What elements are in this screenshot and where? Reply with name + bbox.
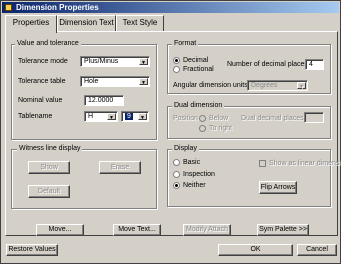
modify-attach-button[interactable]: Modify Attach <box>183 224 231 236</box>
witness-line-label: Witness line display <box>17 145 83 153</box>
fractional-label: Fractional <box>183 66 214 73</box>
sym-palette-button[interactable]: Sym Palette >> <box>257 224 309 236</box>
to-right-label: To right <box>209 125 232 132</box>
decimal-radio[interactable] <box>173 57 180 64</box>
chevron-down-icon[interactable]: ▼ <box>297 82 306 90</box>
inspection-radio[interactable] <box>173 171 180 178</box>
chevron-down-icon[interactable]: ▼ <box>139 78 148 86</box>
dual-decimal-label: Dual decimal places <box>241 115 304 122</box>
angular-units-label: Angular dimension units <box>173 82 248 89</box>
erase-button[interactable]: Erase <box>99 161 141 174</box>
default-button[interactable]: Default <box>28 185 70 198</box>
title-bar: Dimension Properties <box>2 2 339 13</box>
tolerance-table-select[interactable]: Hole ▼ <box>80 76 150 87</box>
position-label: Position <box>173 115 198 122</box>
window-title: Dimension Properties <box>16 3 99 12</box>
basic-label: Basic <box>183 159 201 166</box>
tablename-label: Tablename <box>18 113 53 120</box>
below-label: Below <box>209 115 229 122</box>
cancel-button[interactable]: Cancel <box>297 244 337 256</box>
flip-arrows-button[interactable]: Flip Arrows <box>259 181 297 194</box>
format-label: Format <box>172 40 199 48</box>
dual-decimal-input[interactable] <box>304 112 324 123</box>
tolerance-table-value: Hole <box>84 78 99 85</box>
chevron-down-icon[interactable]: ▼ <box>139 58 148 66</box>
tab-text-style[interactable]: Text Style <box>116 15 164 32</box>
tolerance-mode-label: Tolerance mode <box>18 58 68 65</box>
app-icon <box>5 4 12 11</box>
angular-units-value: Degrees <box>251 82 278 89</box>
tab-dimension-text[interactable]: Dimension Text <box>57 15 116 32</box>
tablename-select-1[interactable]: H ▼ <box>84 111 118 122</box>
dual-dimension-label: Dual dimension <box>172 102 225 110</box>
inspection-label: Inspection <box>183 171 215 178</box>
tolerance-mode-select[interactable]: Plus/Minus ▼ <box>80 56 150 67</box>
ok-button[interactable]: OK <box>218 244 293 256</box>
dimension-properties-window: Dimension Properties Properties Dimensio… <box>0 0 341 264</box>
basic-radio[interactable] <box>173 159 180 166</box>
tolerance-table-label: Tolerance table <box>18 78 66 85</box>
decimal-label: Decimal <box>183 57 209 64</box>
display-label: Display <box>172 145 199 153</box>
decimal-places-label: Number of decimal places <box>227 61 308 68</box>
tablename-value-1: H <box>88 113 94 120</box>
fractional-radio[interactable] <box>173 66 180 73</box>
to-right-radio[interactable] <box>199 125 206 132</box>
tolerance-mode-value: Plus/Minus <box>84 58 119 65</box>
show-as-linear-checkbox[interactable] <box>259 160 266 167</box>
tablename-select-2[interactable]: 9 ▼ <box>121 111 149 122</box>
move-text-button[interactable]: Move Text... <box>113 224 161 236</box>
show-as-linear-label: Show as linear dimension <box>269 160 341 167</box>
show-button[interactable]: Show <box>28 161 70 174</box>
nominal-value-input[interactable]: 12.0000 <box>84 95 124 106</box>
neither-radio[interactable] <box>173 182 180 189</box>
neither-label: Neither <box>183 182 206 189</box>
decimal-places-input[interactable]: 4 <box>305 59 324 70</box>
chevron-down-icon[interactable]: ▼ <box>107 113 116 121</box>
value-tolerance-label: Value and tolerance <box>15 40 81 48</box>
tablename-value-2: 9 <box>125 113 133 120</box>
tab-properties[interactable]: Properties <box>5 15 57 33</box>
witness-line-group <box>11 149 157 209</box>
move-button[interactable]: Move... <box>36 224 84 236</box>
nominal-value-label: Nominal value <box>18 97 63 104</box>
angular-units-select[interactable]: Degrees ▼ <box>247 80 308 91</box>
restore-values-button[interactable]: Restore Values <box>6 244 58 256</box>
below-radio[interactable] <box>199 115 206 122</box>
chevron-down-icon[interactable]: ▼ <box>138 113 147 121</box>
